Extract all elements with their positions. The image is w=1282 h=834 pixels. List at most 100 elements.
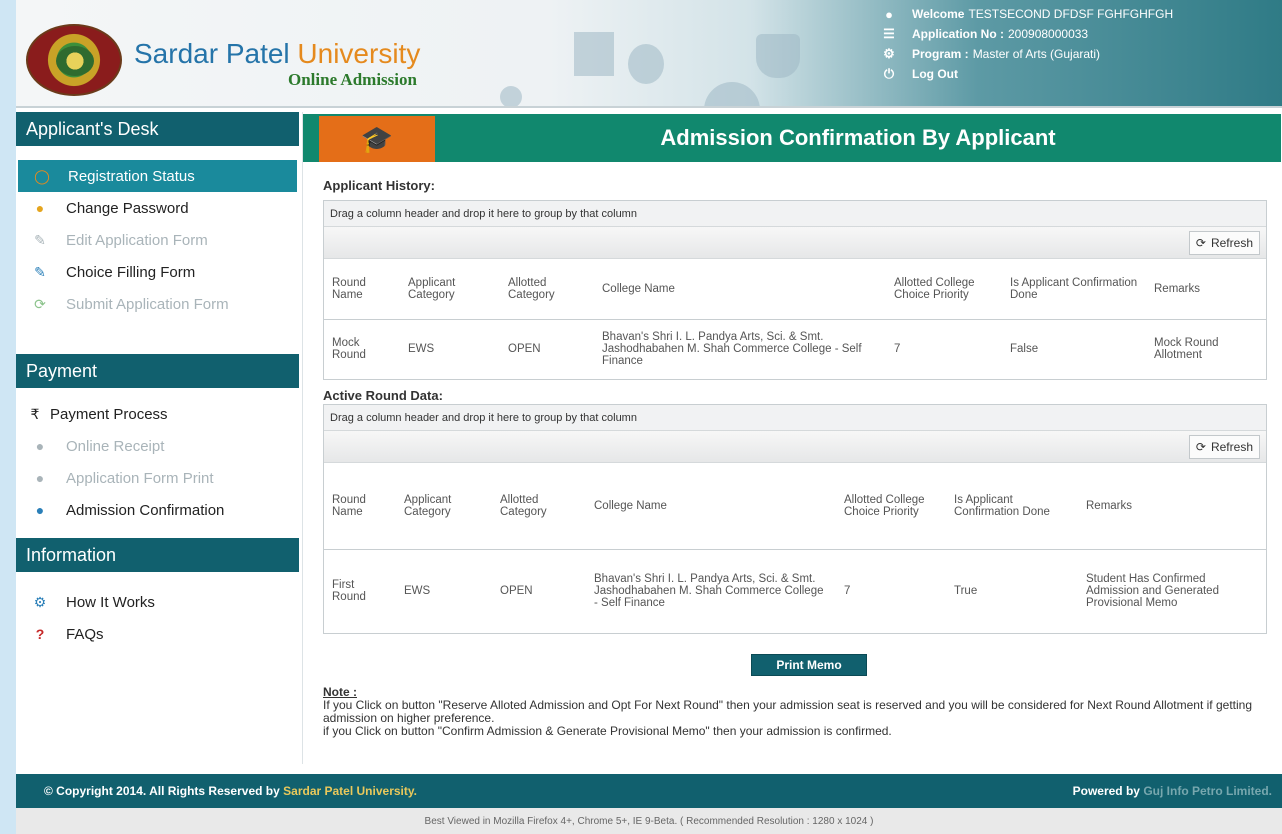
- applicant-desk-heading: Applicant's Desk: [16, 112, 299, 146]
- rupee-icon: ₹: [30, 405, 40, 422]
- user-icon: ●: [885, 6, 893, 22]
- welcome-row: ● Welcome TESTSECOND DFDSF FGHFGHFGH: [878, 4, 1278, 24]
- column-header[interactable]: College Name: [586, 463, 836, 550]
- logout-label[interactable]: Log Out: [912, 67, 958, 81]
- column-header[interactable]: Is Applicant Confirmation Done: [946, 463, 1078, 550]
- university-name: Sardar Patel University: [134, 38, 421, 69]
- site-header: Sardar Patel University Online Admission…: [16, 0, 1282, 108]
- powered-by-org[interactable]: Guj Info Petro Limited.: [1143, 784, 1272, 798]
- column-header[interactable]: Allotted College Choice Priority: [836, 463, 946, 550]
- column-header[interactable]: Allotted Category: [500, 259, 594, 320]
- round-name-cell: First Round: [332, 579, 366, 604]
- note-section: Note : If you Click on button "Reserve A…: [323, 686, 1273, 738]
- page-title: Admission Confirmation By Applicant: [660, 125, 1056, 150]
- column-header[interactable]: Remarks: [1078, 463, 1266, 550]
- sidebar-item-change-password[interactable]: ● Change Password: [16, 192, 299, 224]
- round-name-cell: Mock Round: [332, 337, 366, 362]
- remarks-cell: Mock Round Allotment: [1154, 337, 1219, 362]
- active-round-table: Round Name Applicant Category Allotted C…: [324, 463, 1266, 633]
- column-header[interactable]: Applicant Category: [396, 463, 492, 550]
- information-heading: Information: [16, 538, 299, 572]
- globe-icon: ●: [35, 438, 45, 454]
- table-header-row: Round Name Applicant Category Allotted C…: [324, 259, 1266, 320]
- edit-icon: ✎: [34, 231, 46, 248]
- group-by-panel[interactable]: Drag a column header and drop it here to…: [324, 201, 1266, 227]
- college-name-cell: Bhavan's Shri I. L. Pandya Arts, Sci. & …: [594, 573, 824, 610]
- refresh-button[interactable]: ⟳ Refresh: [1188, 435, 1260, 459]
- print-memo-button[interactable]: Print Memo: [751, 654, 867, 676]
- globe-icon: ●: [35, 470, 45, 486]
- confirmation-done-cell: False: [1010, 343, 1039, 356]
- portal-subtitle: Online Admission: [288, 70, 417, 89]
- column-header[interactable]: Allotted Category: [492, 463, 586, 550]
- refresh-button[interactable]: ⟳ Refresh: [1188, 231, 1260, 255]
- key-icon: ●: [35, 200, 45, 216]
- sidebar-item-choice-filling-form[interactable]: ✎ Choice Filling Form: [16, 256, 299, 288]
- program-name: Master of Arts (Gujarati): [972, 47, 1101, 61]
- column-header[interactable]: Remarks: [1146, 259, 1266, 320]
- choice-priority-cell: 7: [844, 585, 851, 598]
- person-decoration: [500, 86, 522, 106]
- sidebar-item-edit-application-form: ✎ Edit Application Form: [16, 224, 299, 256]
- column-header[interactable]: Round Name: [324, 259, 400, 320]
- copyright-text: © Copyright 2014. All Rights Reserved by…: [44, 784, 417, 798]
- powered-by: Powered by Guj Info Petro Limited.: [1072, 784, 1272, 798]
- choice-priority-cell: 7: [894, 343, 901, 356]
- note-line: if you Click on button "Confirm Admissio…: [323, 724, 892, 738]
- browser-note: Best Viewed in Mozilla Firefox 4+, Chrom…: [16, 808, 1282, 834]
- applicant-history-label: Applicant History:: [323, 178, 435, 193]
- main-content: 🎓 Admission Confirmation By Applicant Ap…: [302, 112, 1282, 764]
- university-name-accent: University: [297, 38, 421, 69]
- gear-icon: ⚙: [883, 46, 895, 61]
- column-header[interactable]: Applicant Category: [400, 259, 500, 320]
- table-header-row: Round Name Applicant Category Allotted C…: [324, 463, 1266, 550]
- logout-link[interactable]: ⏻ Log Out: [878, 64, 1278, 84]
- sidebar-item-submit-application-form: ⟳ Submit Application Form: [16, 288, 299, 320]
- sidebar: Applicant's Desk ◯ Registration Status ●…: [16, 112, 299, 764]
- sidebar-item-admission-confirmation[interactable]: ● Admission Confirmation: [16, 494, 299, 526]
- user-info-panel: ● Welcome TESTSECOND DFDSF FGHFGHFGH ☰ A…: [878, 4, 1278, 84]
- active-round-grid: Drag a column header and drop it here to…: [323, 404, 1267, 634]
- application-number: 200908000033: [1008, 27, 1089, 41]
- graduate-icon: 🎓: [319, 116, 435, 162]
- note-line: If you Click on button "Reserve Alloted …: [323, 698, 1253, 725]
- applicant-category-cell: EWS: [408, 343, 435, 356]
- university-logo: [26, 24, 122, 96]
- active-round-label: Active Round Data:: [323, 388, 443, 403]
- column-header[interactable]: Is Applicant Confirmation Done: [1002, 259, 1146, 320]
- status-icon: ◯: [34, 167, 50, 184]
- globe-icon: ●: [35, 502, 45, 518]
- column-header[interactable]: College Name: [594, 259, 886, 320]
- submit-icon: ⟳: [34, 295, 46, 312]
- allotted-category-cell: OPEN: [500, 585, 533, 598]
- power-icon: ⏻: [883, 66, 895, 81]
- sidebar-item-registration-status[interactable]: ◯ Registration Status: [18, 160, 297, 192]
- grid-toolbar: ⟳ Refresh: [324, 227, 1266, 259]
- payment-heading: Payment: [16, 354, 299, 388]
- column-header[interactable]: Allotted College Choice Priority: [886, 259, 1002, 320]
- globe-decoration: [704, 82, 760, 106]
- sidebar-item-application-form-print: ● Application Form Print: [16, 462, 299, 494]
- confirmation-done-cell: True: [954, 585, 978, 598]
- sidebar-item-how-it-works[interactable]: ⚙ How It Works: [16, 586, 299, 618]
- sidebar-item-payment-process[interactable]: ₹ Payment Process: [16, 398, 299, 430]
- page-title-bar: 🎓 Admission Confirmation By Applicant: [303, 114, 1281, 162]
- flask-decoration: [756, 34, 800, 78]
- page-frame: Sardar Patel University Online Admission…: [16, 0, 1282, 834]
- grid-toolbar: ⟳ Refresh: [324, 431, 1266, 463]
- welcome-name: TESTSECOND DFDSF FGHFGHFGH: [968, 7, 1174, 21]
- site-footer: © Copyright 2014. All Rights Reserved by…: [16, 774, 1282, 808]
- program-row: ⚙ Program : Master of Arts (Gujarati): [878, 44, 1278, 64]
- group-by-panel[interactable]: Drag a column header and drop it here to…: [324, 405, 1266, 431]
- sidebar-item-online-receipt: ● Online Receipt: [16, 430, 299, 462]
- table-row: Mock Round EWS OPEN Bhavan's Shri I. L. …: [324, 319, 1266, 379]
- certificate-decoration: [628, 44, 664, 84]
- application-no-row: ☰ Application No : 200908000033: [878, 24, 1278, 44]
- college-name-cell: Bhavan's Shri I. L. Pandya Arts, Sci. & …: [602, 331, 862, 368]
- edit-icon: ✎: [34, 263, 46, 280]
- gears-icon: ⚙: [33, 593, 47, 610]
- list-icon: ☰: [883, 26, 895, 41]
- applicant-history-table: Round Name Applicant Category Allotted C…: [324, 259, 1266, 379]
- sidebar-item-faqs[interactable]: ? FAQs: [16, 618, 299, 650]
- column-header[interactable]: Round Name: [324, 463, 396, 550]
